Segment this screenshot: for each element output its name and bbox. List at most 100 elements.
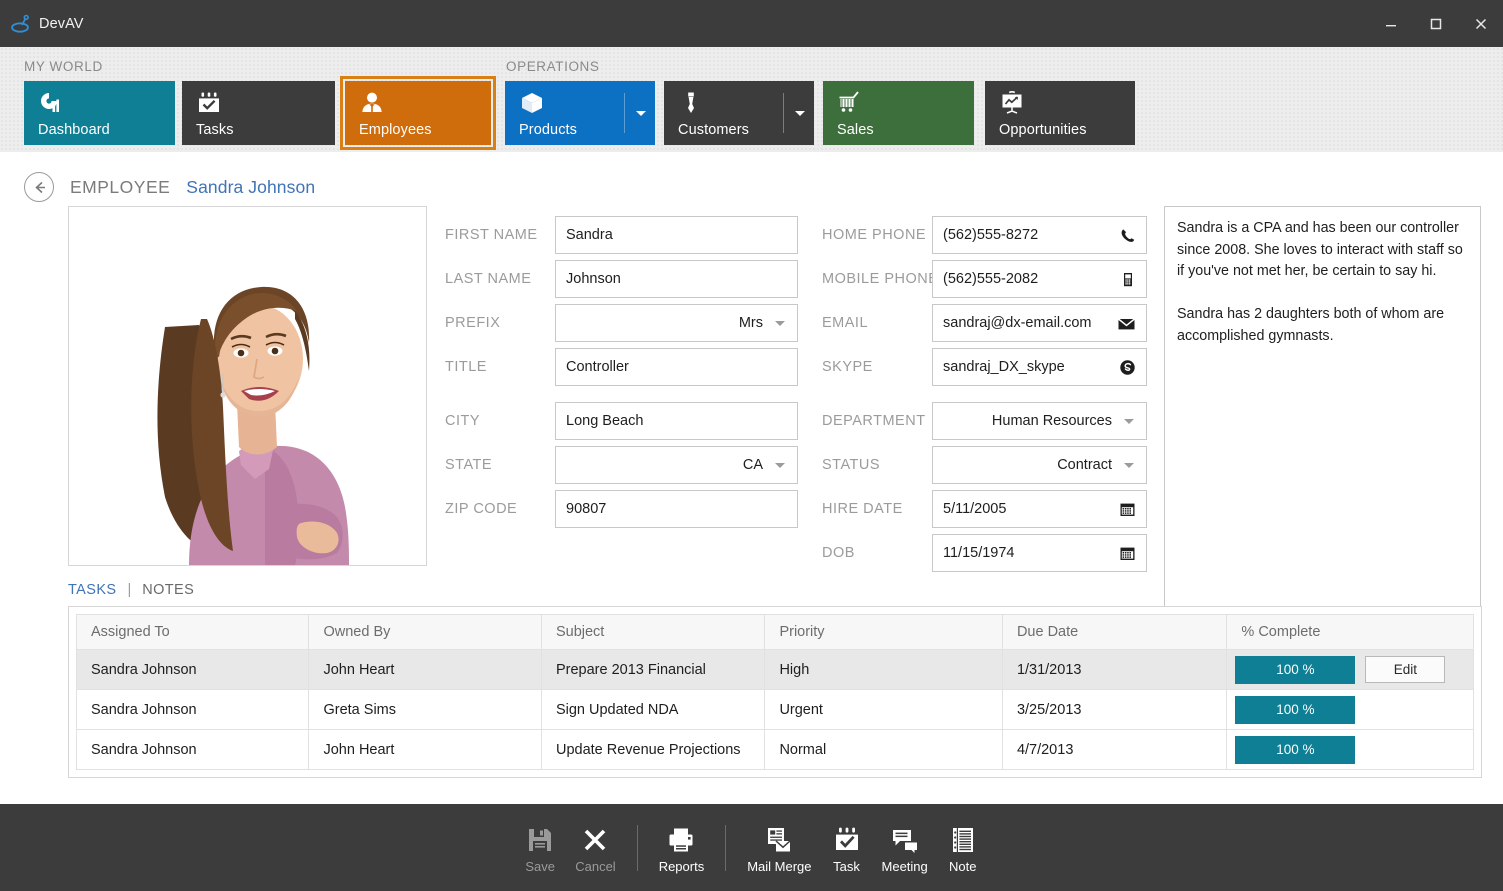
button-label: Save xyxy=(525,859,555,874)
home-phone-input[interactable]: (562)555-8272 xyxy=(932,216,1147,254)
field-label: DEPARTMENT xyxy=(822,402,930,440)
detail-tabs: TASKS | NOTES xyxy=(68,582,194,598)
button-label: Task xyxy=(833,859,860,874)
employee-notes-panel[interactable]: Sandra is a CPA and has been our control… xyxy=(1164,206,1481,618)
employee-photo xyxy=(68,206,427,566)
nav-tile-label: Dashboard xyxy=(38,122,110,138)
field-label: MOBILE PHONE xyxy=(822,260,930,298)
title-input[interactable]: Controller xyxy=(555,348,798,386)
field-value: Contract xyxy=(1047,446,1118,484)
cancel-button[interactable]: Cancel xyxy=(566,821,624,874)
mobile-phone-input[interactable]: (562)555-2082 xyxy=(932,260,1147,298)
back-arrow-icon[interactable] xyxy=(24,172,54,202)
chevron-down-icon[interactable] xyxy=(775,463,785,468)
close-button[interactable] xyxy=(1458,0,1503,47)
nav-tile-customers[interactable]: Customers xyxy=(664,81,814,145)
calendar-icon[interactable] xyxy=(1119,545,1136,562)
breadcrumb: EMPLOYEE Sandra Johnson xyxy=(24,172,315,202)
task-button[interactable]: Task xyxy=(821,821,873,874)
cell-percent-complete: 100 % xyxy=(1227,730,1474,770)
tile-divider xyxy=(783,93,784,133)
employee-notes-text: Sandra is a CPA and has been our control… xyxy=(1177,218,1468,347)
department-select[interactable]: Human Resources xyxy=(932,402,1147,440)
calendar-icon[interactable] xyxy=(1119,501,1136,518)
cell-assigned-to: Sandra Johnson xyxy=(77,650,309,690)
field-label: STATE xyxy=(445,446,550,484)
app-title: DevAV xyxy=(39,16,84,32)
table-row[interactable]: Sandra Johnson John Heart Prepare 2013 F… xyxy=(77,650,1474,690)
field-value: Human Resources xyxy=(982,402,1118,440)
field-first-name: FIRST NAME Sandra xyxy=(445,216,798,254)
cell-owned-by: John Heart xyxy=(309,730,541,770)
column-header-owned-by[interactable]: Owned By xyxy=(309,615,541,650)
minimize-button[interactable] xyxy=(1368,0,1413,47)
note-button[interactable]: Note xyxy=(937,821,989,874)
maximize-button[interactable] xyxy=(1413,0,1458,47)
meeting-button[interactable]: Meeting xyxy=(873,821,937,874)
field-department: DEPARTMENT Human Resources xyxy=(822,402,1147,440)
nav-tile-sales[interactable]: Sales xyxy=(823,81,974,145)
tab-notes[interactable]: NOTES xyxy=(142,582,194,598)
nav-tile-opportunities[interactable]: Opportunities xyxy=(985,81,1135,145)
breadcrumb-name[interactable]: Sandra Johnson xyxy=(186,177,315,198)
chevron-down-icon[interactable] xyxy=(775,321,785,326)
skype-icon xyxy=(1119,359,1136,376)
email-input[interactable]: sandraj@dx-email.com xyxy=(932,304,1147,342)
field-status: STATUS Contract xyxy=(822,446,1147,484)
state-select[interactable]: CA xyxy=(555,446,798,484)
chevron-down-icon[interactable] xyxy=(1124,463,1134,468)
field-label: ZIP CODE xyxy=(445,490,550,528)
content-area: EMPLOYEE Sandra Johnson xyxy=(0,152,1503,804)
field-value: Controller xyxy=(556,348,639,386)
cell-assigned-to: Sandra Johnson xyxy=(77,690,309,730)
last-name-input[interactable]: Johnson xyxy=(555,260,798,298)
progress-bar: 100 % xyxy=(1235,736,1355,764)
column-header-assigned-to[interactable]: Assigned To xyxy=(77,615,309,650)
table-row[interactable]: Sandra Johnson John Heart Update Revenue… xyxy=(77,730,1474,770)
field-value: 11/15/1974 xyxy=(933,534,1025,572)
prefix-select[interactable]: Mrs xyxy=(555,304,798,342)
nav-tile-employees[interactable]: Employees xyxy=(345,81,491,145)
column-header-priority[interactable]: Priority xyxy=(765,615,1003,650)
button-label: Reports xyxy=(659,859,705,874)
tab-tasks[interactable]: TASKS xyxy=(68,582,116,598)
bottom-command-bar: Save Cancel Reports xyxy=(0,804,1503,891)
nav-tile-label: Products xyxy=(519,122,577,138)
button-label: Note xyxy=(949,859,976,874)
column-header-due-date[interactable]: Due Date xyxy=(1002,615,1226,650)
nav-tile-products[interactable]: Products xyxy=(505,81,655,145)
save-button[interactable]: Save xyxy=(514,821,566,874)
column-header-percent-complete[interactable]: % Complete xyxy=(1227,615,1474,650)
status-select[interactable]: Contract xyxy=(932,446,1147,484)
nav-group-label-operations: OPERATIONS xyxy=(506,59,600,74)
reports-button[interactable]: Reports xyxy=(650,821,714,874)
dob-input[interactable]: 11/15/1974 xyxy=(932,534,1147,572)
zip-code-input[interactable]: 90807 xyxy=(555,490,798,528)
chevron-down-icon[interactable] xyxy=(1124,419,1134,424)
phone-icon xyxy=(1119,227,1136,244)
field-value: (562)555-8272 xyxy=(933,216,1048,254)
shopping-cart-icon xyxy=(837,90,863,116)
field-state: STATE CA xyxy=(445,446,798,484)
nav-tile-tasks[interactable]: Tasks xyxy=(182,81,335,145)
skype-input[interactable]: sandraj_DX_skype xyxy=(932,348,1147,386)
tasks-table: Assigned To Owned By Subject Priority Du… xyxy=(76,614,1474,770)
chevron-down-icon[interactable] xyxy=(795,111,805,116)
chevron-down-icon[interactable] xyxy=(636,111,646,116)
hire-date-input[interactable]: 5/11/2005 xyxy=(932,490,1147,528)
nav-group-label-my-world: MY WORLD xyxy=(24,59,103,74)
title-bar: DevAV xyxy=(0,0,1503,47)
field-label: LAST NAME xyxy=(445,260,550,298)
mail-merge-button[interactable]: Mail Merge xyxy=(738,821,820,874)
field-email: EMAIL sandraj@dx-email.com xyxy=(822,304,1147,342)
city-input[interactable]: Long Beach xyxy=(555,402,798,440)
tab-separator: | xyxy=(127,582,131,598)
field-skype: SKYPE sandraj_DX_skype xyxy=(822,348,1147,386)
navigation-strip: MY WORLD OPERATIONS Dashboard Tasks xyxy=(0,47,1503,152)
nav-tile-dashboard[interactable]: Dashboard xyxy=(24,81,175,145)
column-header-subject[interactable]: Subject xyxy=(541,615,764,650)
edit-button[interactable]: Edit xyxy=(1365,656,1445,683)
table-row[interactable]: Sandra Johnson Greta Sims Sign Updated N… xyxy=(77,690,1474,730)
envelope-icon xyxy=(1117,315,1136,332)
first-name-input[interactable]: Sandra xyxy=(555,216,798,254)
